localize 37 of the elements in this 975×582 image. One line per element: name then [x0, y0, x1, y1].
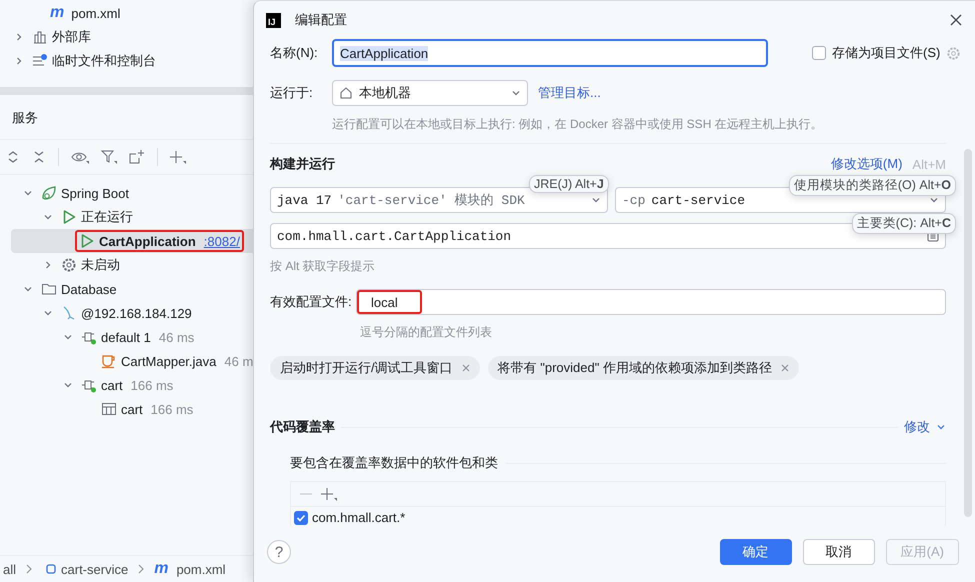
tree-label: pom.xml	[71, 6, 120, 20]
panel-title: 服务	[11, 109, 39, 127]
hint-text: 运行配置可以在本地或目标上执行: 例如，在 Docker 容器中或使用 SSH 在远程主机上执行。	[332, 116, 824, 133]
package-label: com.hmall.cart.*	[312, 510, 406, 525]
tree-label: 未启动	[81, 256, 120, 274]
maven-icon: m	[50, 5, 64, 21]
tree-label: Spring Boot	[61, 186, 129, 200]
field-label: 运行于:	[270, 84, 314, 102]
tree-label: 正在运行	[81, 208, 133, 226]
tree-label: cart	[121, 402, 143, 416]
hint-text: 按 Alt 获取字段提示	[270, 258, 376, 275]
tree-label: cart	[101, 378, 123, 392]
hint-text: 逗号分隔的配置文件列表	[360, 324, 493, 341]
timing-text: 46 ms	[158, 330, 194, 344]
shortcut-tooltip: JRE(J) Alt+J	[529, 175, 609, 193]
checkbox-label: 存储为项目文件(S)	[832, 44, 940, 62]
maven-icon: m	[154, 561, 168, 577]
shortcut-tooltip: 主要类(C): Alt+C	[852, 213, 956, 234]
timing-text: 166 ms	[130, 378, 174, 392]
section-title: 构建并运行	[270, 155, 335, 173]
field-label: 有效配置文件:	[270, 293, 353, 311]
section-title: 代码覆盖率	[270, 418, 335, 436]
subsection-title: 要包含在覆盖率数据中的软件包和类	[290, 454, 498, 472]
timing-text: 46 m	[224, 354, 253, 368]
field-label: 名称(N):	[270, 44, 319, 62]
tree-label: CartApplication	[99, 234, 196, 248]
shortcut-tooltip: 使用模块的类路径(O) Alt+O	[788, 175, 956, 196]
tree-label: Database	[61, 282, 117, 296]
timing-text: 166 ms	[150, 402, 194, 416]
app-logo: IJ	[266, 12, 281, 28]
tree-label: 临时文件和控制台	[52, 52, 156, 70]
shortcut-text: Alt+M	[912, 156, 946, 172]
tree-label: @192.168.184.129	[81, 306, 192, 320]
tree-label: default 1	[101, 330, 151, 344]
dialog-title: 编辑配置	[295, 11, 348, 29]
tree-label: 外部库	[52, 28, 91, 46]
tree-label: CartMapper.java	[121, 354, 216, 368]
